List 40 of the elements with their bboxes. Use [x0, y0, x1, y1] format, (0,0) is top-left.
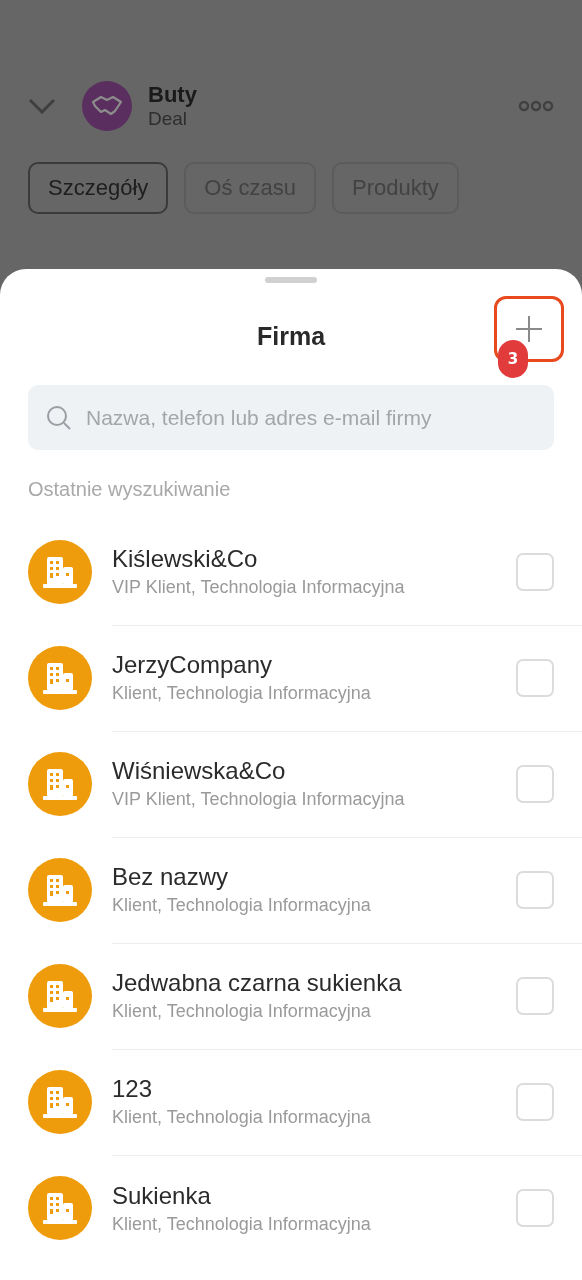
search-icon	[46, 405, 72, 431]
company-name[interactable]: Sukienka	[112, 1181, 516, 1210]
sheet-title: Firma	[256, 321, 326, 351]
deal-title: Buty	[148, 82, 198, 108]
deal-type: Deal	[148, 108, 189, 130]
step-badge: 3	[498, 340, 528, 378]
building-icon	[42, 1191, 78, 1225]
checkbox[interactable]	[516, 658, 554, 697]
company-name[interactable]: Bez nazwy	[112, 863, 516, 891]
drag-handle[interactable]	[265, 277, 317, 283]
building-icon	[42, 979, 78, 1013]
building-icon	[42, 1085, 78, 1119]
company-name[interactable]: Jedwabna czarna sukienka	[112, 969, 516, 997]
checkbox[interactable]	[516, 764, 554, 803]
company-name[interactable]: JerzyCompany	[112, 651, 516, 679]
building-icon	[42, 767, 78, 801]
building-icon	[42, 873, 78, 907]
building-icon	[42, 661, 78, 695]
company-tags: Klient, Technologia Informacyjna	[112, 1107, 516, 1128]
checkbox[interactable]	[516, 552, 554, 591]
plus-icon	[515, 315, 543, 343]
checkbox[interactable]	[516, 976, 554, 1015]
company-tags: VIP Klient, Technologia Informacyjna	[112, 789, 516, 810]
company-name[interactable]: Wiśniewska&Co	[112, 757, 516, 785]
checkbox[interactable]	[516, 1082, 554, 1121]
company-tags: VIP Klient, Technologia Informacyjna	[112, 577, 516, 598]
checkbox[interactable]	[516, 870, 554, 909]
chevron-down-icon[interactable]	[28, 98, 56, 114]
company-tags: Klient, Technologia Informacyjna	[112, 683, 516, 704]
section-label: Ostatnie wyszukiwanie	[28, 478, 232, 501]
building-icon	[42, 555, 78, 589]
checkbox[interactable]	[516, 1189, 554, 1227]
more-icon[interactable]	[518, 100, 554, 112]
company-tags: Klient, Technologia Informacyjna	[112, 895, 516, 916]
add-button[interactable]	[494, 296, 564, 362]
company-name[interactable]: 123	[112, 1075, 516, 1103]
company-tags: Klient, Technologia Informacyjna	[112, 1213, 516, 1235]
search-field[interactable]: Nazwa, telefon lub adres e-mail firmy	[28, 385, 554, 450]
company-tags: Klient, Technologia Informacyjna	[112, 1001, 516, 1022]
company-name[interactable]: Kiślewski&Co	[112, 545, 516, 573]
